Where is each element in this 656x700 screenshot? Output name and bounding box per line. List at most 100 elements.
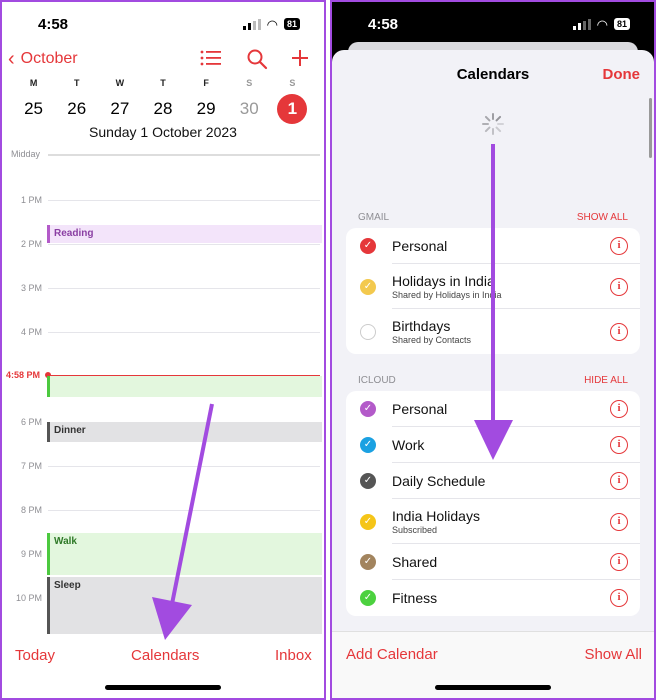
- calendar-list-item[interactable]: ✓ India Holidays Subscribed i: [346, 499, 640, 544]
- section-header: ICLOUD HIDE ALL: [358, 375, 628, 386]
- selected-day-number[interactable]: 1: [277, 94, 308, 124]
- loading-spinner-icon: [482, 113, 504, 135]
- calendar-event[interactable]: Dinner: [47, 422, 322, 442]
- done-button[interactable]: Done: [603, 66, 641, 83]
- calendars-sheet-view: 4:58 ◠ 81 Calendars Done GMAIL SHOW ALL ✓ P…: [330, 0, 656, 700]
- day-cell[interactable]: S1: [275, 78, 309, 124]
- calendar-event[interactable]: [47, 376, 322, 397]
- inbox-button[interactable]: Inbox: [275, 647, 312, 664]
- calendar-event[interactable]: Reading: [47, 225, 322, 243]
- checked-circle-icon[interactable]: ✓: [360, 278, 376, 295]
- add-calendar-button[interactable]: Add Calendar: [346, 646, 438, 663]
- checked-circle-icon[interactable]: ✓: [360, 473, 376, 489]
- hour-label: 3 PM: [20, 283, 42, 293]
- info-icon[interactable]: i: [610, 322, 628, 341]
- calendar-subtitle: Shared by Holidays in India: [392, 290, 502, 300]
- section-toggle-all-button[interactable]: HIDE ALL: [584, 375, 628, 386]
- calendar-list-group: ✓ Personal i ✓ Work i ✓ Daily Schedule i ✓ India H…: [346, 391, 640, 616]
- weekday-letter: T: [160, 78, 166, 88]
- day-number[interactable]: 27: [103, 94, 137, 124]
- checked-circle-icon[interactable]: ✓: [360, 437, 376, 453]
- calendars-sheet: Calendars Done GMAIL SHOW ALL ✓ Personal i ✓ H…: [332, 50, 654, 698]
- day-cell[interactable]: T 28: [146, 78, 180, 124]
- section-name: ICLOUD: [358, 375, 396, 386]
- weekday-letter: W: [115, 78, 125, 88]
- chevron-left-icon: ‹: [8, 48, 15, 70]
- checked-circle-icon[interactable]: ✓: [360, 401, 376, 417]
- weekday-letter: S: [246, 78, 253, 88]
- day-cell[interactable]: T 26: [60, 78, 94, 124]
- hour-gridline: [48, 154, 320, 156]
- hour-label: 1 PM: [20, 195, 42, 205]
- hour-label: 8 PM: [20, 505, 42, 515]
- calendar-event[interactable]: Walk: [47, 533, 322, 575]
- status-time: 4:58: [368, 16, 399, 33]
- checked-circle-icon[interactable]: ✓: [360, 238, 376, 254]
- show-all-button[interactable]: Show All: [584, 646, 642, 663]
- back-label: October: [20, 50, 78, 67]
- wifi-icon: ◠: [266, 16, 278, 32]
- day-number[interactable]: 25: [17, 94, 51, 124]
- calendar-list-item[interactable]: ✓ Holidays in India Shared by Holidays in …: [346, 264, 640, 309]
- calendar-list-item[interactable]: ✓ Fitness i: [346, 580, 640, 616]
- list-icon[interactable]: [200, 48, 222, 74]
- checked-circle-icon[interactable]: ✓: [360, 590, 376, 606]
- calendar-list-group: ✓ Personal i ✓ Holidays in India Shared by Ho…: [346, 228, 640, 354]
- checked-circle-icon[interactable]: ✓: [360, 554, 376, 570]
- event-title: Dinner: [54, 425, 86, 436]
- status-bar: 4:58 ◠ 81: [2, 2, 324, 46]
- info-icon[interactable]: i: [610, 512, 628, 531]
- event-title: Walk: [54, 536, 77, 547]
- battery-icon: 81: [283, 18, 300, 30]
- hour-label: 7 PM: [20, 461, 42, 471]
- checked-circle-icon[interactable]: ✓: [360, 513, 376, 530]
- calendar-list-item[interactable]: Birthdays Shared by Contacts i: [346, 309, 640, 354]
- day-cell[interactable]: W 27: [103, 78, 137, 124]
- calendar-name: India Holidays: [392, 508, 480, 524]
- calendar-list-item[interactable]: ✓ Work i: [346, 427, 640, 463]
- scroll-indicator[interactable]: [649, 98, 652, 158]
- day-cell[interactable]: F 29: [189, 78, 223, 124]
- signal-icon: [572, 18, 591, 30]
- signal-icon: [242, 18, 261, 30]
- day-number[interactable]: 30: [232, 94, 266, 124]
- calendar-list-item[interactable]: ✓ Personal i: [346, 391, 640, 427]
- day-cell[interactable]: S 30: [232, 78, 266, 124]
- calendar-name: Shared: [392, 554, 438, 570]
- hour-label: 10 PM: [15, 593, 42, 603]
- calendar-event[interactable]: Sleep: [47, 577, 322, 634]
- info-icon[interactable]: i: [610, 472, 628, 490]
- calendars-button[interactable]: Calendars: [131, 647, 199, 664]
- calendar-subtitle: Subscribed: [392, 525, 438, 535]
- info-icon[interactable]: i: [610, 553, 628, 571]
- day-number[interactable]: 28: [146, 94, 180, 124]
- calendar-list-item[interactable]: ✓ Shared i: [346, 544, 640, 580]
- info-icon[interactable]: i: [610, 400, 628, 418]
- today-button[interactable]: Today: [15, 647, 55, 664]
- day-number[interactable]: 26: [60, 94, 94, 124]
- unchecked-circle-icon[interactable]: [360, 323, 376, 340]
- hour-gridline: [48, 510, 320, 511]
- info-icon[interactable]: i: [610, 589, 628, 607]
- calendar-name: Holidays in India: [392, 273, 495, 289]
- plus-icon[interactable]: [290, 48, 310, 74]
- hour-gridline: [48, 244, 320, 245]
- info-icon[interactable]: i: [610, 237, 628, 255]
- event-title: Sleep: [54, 580, 81, 591]
- home-indicator: [435, 685, 551, 690]
- hour-label: 4 PM: [20, 327, 42, 337]
- search-icon[interactable]: [246, 48, 268, 76]
- back-button[interactable]: ‹ October: [8, 48, 78, 70]
- calendar-name: Fitness: [392, 590, 438, 606]
- calendar-list-item[interactable]: ✓ Personal i: [346, 228, 640, 264]
- calendar-list-item[interactable]: ✓ Daily Schedule i: [346, 463, 640, 499]
- info-icon[interactable]: i: [610, 277, 628, 296]
- day-cell[interactable]: M 25: [17, 78, 51, 124]
- section-toggle-all-button[interactable]: SHOW ALL: [577, 212, 628, 223]
- calendar-name: Personal: [392, 401, 448, 417]
- info-icon[interactable]: i: [610, 436, 628, 454]
- day-timeline[interactable]: Midday 1 PM 2 PM 3 PM 4 PM 6 PM 7 PM 8 PM 9 PM 10…: [2, 148, 324, 634]
- weekday-letter: T: [73, 78, 80, 88]
- week-strip: M 25 T 26 W 27 T 28 F 29 S 30 S 1 Sunday 1 October 20…: [2, 78, 324, 140]
- day-number[interactable]: 29: [189, 94, 223, 124]
